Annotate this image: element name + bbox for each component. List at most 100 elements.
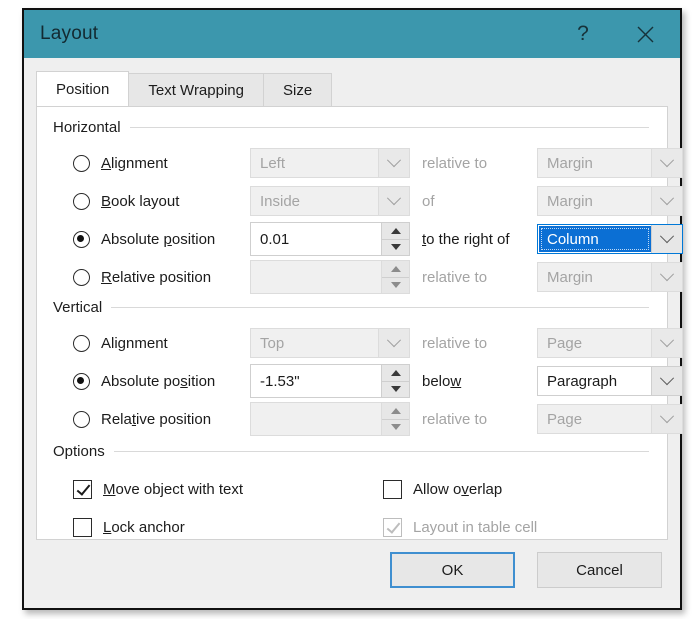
dialog-footer: OK Cancel bbox=[24, 540, 680, 608]
vertical-relative-position-row: Relative position relative to Page bbox=[37, 400, 683, 438]
spinner-up-icon[interactable] bbox=[382, 403, 409, 420]
cancel-button[interactable]: Cancel bbox=[537, 552, 662, 588]
horizontal-group-header: Horizontal bbox=[37, 119, 667, 136]
horizontal-book-layout-relative-combo[interactable]: Margin bbox=[537, 186, 683, 216]
options-row-1: Move object with text Allow overlap bbox=[37, 470, 667, 508]
close-icon[interactable] bbox=[622, 10, 668, 58]
horizontal-absolute-position-mid-label: to the right of bbox=[422, 230, 510, 248]
question-mark-icon[interactable]: ? bbox=[560, 10, 606, 58]
checkbox-indicator bbox=[73, 517, 92, 537]
chevron-down-icon[interactable] bbox=[651, 263, 682, 291]
spinner-down-icon[interactable] bbox=[382, 239, 409, 255]
horizontal-book-layout-radio[interactable]: Book layout bbox=[73, 192, 179, 210]
spinner-up-icon[interactable] bbox=[382, 261, 409, 278]
chevron-down-icon[interactable] bbox=[651, 149, 682, 177]
horizontal-alignment-radio[interactable]: Alignment bbox=[73, 154, 168, 172]
lock-anchor-label: Lock anchor bbox=[103, 518, 185, 536]
allow-overlap-checkbox[interactable]: Allow overlap bbox=[383, 479, 502, 499]
checkbox-indicator bbox=[383, 479, 402, 499]
vertical-group-label: Vertical bbox=[53, 299, 103, 316]
vertical-relative-position-relative-combo[interactable]: Page bbox=[537, 404, 683, 434]
spinner-buttons bbox=[381, 223, 409, 255]
horizontal-alignment-mid-label: relative to bbox=[422, 154, 488, 172]
ok-button[interactable]: OK bbox=[390, 552, 515, 588]
chevron-down-icon[interactable] bbox=[378, 149, 409, 177]
horizontal-absolute-position-label: Absolute position bbox=[101, 230, 216, 248]
spinner-buttons bbox=[381, 403, 409, 435]
radio-indicator bbox=[73, 410, 90, 428]
radio-indicator bbox=[73, 334, 90, 352]
horizontal-alignment-label: Alignment bbox=[101, 154, 168, 172]
vertical-absolute-position-row: Absolute position -1.53" below Paragraph bbox=[37, 362, 683, 400]
horizontal-relative-position-relative-value: Margin bbox=[547, 268, 593, 286]
tab-strip: Position Text Wrapping Size bbox=[36, 71, 680, 106]
horizontal-relative-position-spinner[interactable] bbox=[250, 260, 410, 294]
vertical-absolute-position-relative-combo[interactable]: Paragraph bbox=[537, 366, 683, 396]
layout-in-table-cell-checkbox: Layout in table cell bbox=[383, 517, 538, 537]
horizontal-book-layout-combo[interactable]: Inside bbox=[250, 186, 410, 216]
move-object-with-text-checkbox[interactable]: Move object with text bbox=[73, 479, 243, 499]
chevron-down-icon[interactable] bbox=[651, 367, 682, 395]
vertical-absolute-position-value[interactable]: -1.53" bbox=[251, 365, 381, 397]
horizontal-book-layout-row: Book layout Inside of Margin bbox=[37, 182, 683, 220]
horizontal-absolute-position-value[interactable]: 0.01 bbox=[251, 223, 381, 255]
spinner-up-icon[interactable] bbox=[382, 365, 409, 382]
vertical-absolute-position-spinner[interactable]: -1.53" bbox=[250, 364, 410, 398]
options-group-rule bbox=[113, 451, 649, 452]
vertical-absolute-position-mid-label: below bbox=[422, 372, 462, 390]
chevron-down-icon[interactable] bbox=[378, 329, 409, 357]
horizontal-group-label: Horizontal bbox=[53, 119, 121, 136]
vertical-group-header: Vertical bbox=[37, 299, 667, 316]
horizontal-relative-position-radio[interactable]: Relative position bbox=[73, 268, 211, 286]
spinner-buttons bbox=[381, 365, 409, 397]
radio-indicator bbox=[73, 268, 90, 286]
chevron-down-icon[interactable] bbox=[651, 187, 682, 215]
vertical-absolute-position-radio[interactable]: Absolute position bbox=[73, 372, 215, 390]
lock-anchor-checkbox[interactable]: Lock anchor bbox=[73, 517, 185, 537]
tab-position[interactable]: Position bbox=[36, 71, 130, 106]
chevron-down-icon[interactable] bbox=[651, 225, 682, 253]
options-group-header: Options bbox=[37, 443, 667, 460]
horizontal-absolute-position-row: Absolute position 0.01 to the right of C… bbox=[37, 220, 683, 258]
horizontal-absolute-position-radio[interactable]: Absolute position bbox=[73, 230, 216, 248]
spinner-up-icon[interactable] bbox=[382, 223, 409, 240]
tab-position-label: Position bbox=[56, 80, 110, 98]
horizontal-alignment-combo[interactable]: Left bbox=[250, 148, 410, 178]
vertical-alignment-mid-label: relative to bbox=[422, 334, 488, 352]
ok-button-label: OK bbox=[441, 561, 464, 579]
dialog-title: Layout bbox=[40, 23, 99, 44]
layout-in-table-cell-label: Layout in table cell bbox=[413, 518, 538, 536]
horizontal-relative-position-row: Relative position relative to Margin bbox=[37, 258, 683, 296]
radio-indicator bbox=[73, 372, 90, 390]
horizontal-absolute-position-relative-combo[interactable]: Column bbox=[537, 224, 683, 254]
tab-size[interactable]: Size bbox=[262, 73, 333, 106]
spinner-down-icon[interactable] bbox=[382, 381, 409, 397]
horizontal-group: Horizontal Alignment Left relative to Ma… bbox=[37, 119, 683, 296]
chevron-down-icon[interactable] bbox=[651, 329, 682, 357]
radio-indicator bbox=[73, 154, 90, 172]
vertical-alignment-combo[interactable]: Top bbox=[250, 328, 410, 358]
vertical-alignment-relative-combo[interactable]: Page bbox=[537, 328, 683, 358]
horizontal-relative-position-relative-combo[interactable]: Margin bbox=[537, 262, 683, 292]
position-tab-panel: Horizontal Alignment Left relative to Ma… bbox=[36, 106, 683, 540]
vertical-relative-position-label: Relative position bbox=[101, 410, 212, 428]
tab-text-wrapping-label: Text Wrapping bbox=[148, 81, 244, 99]
chevron-down-icon[interactable] bbox=[378, 187, 409, 215]
vertical-relative-position-radio[interactable]: Relative position bbox=[73, 410, 212, 428]
horizontal-relative-position-value[interactable] bbox=[251, 261, 381, 293]
horizontal-absolute-position-spinner[interactable]: 0.01 bbox=[250, 222, 410, 256]
vertical-alignment-value: Top bbox=[260, 334, 285, 352]
horizontal-alignment-relative-combo[interactable]: Margin bbox=[537, 148, 683, 178]
tab-text-wrapping[interactable]: Text Wrapping bbox=[128, 73, 264, 106]
chevron-down-icon[interactable] bbox=[651, 405, 682, 433]
spinner-buttons bbox=[381, 261, 409, 293]
vertical-relative-position-spinner[interactable] bbox=[250, 402, 410, 436]
spinner-down-icon[interactable] bbox=[382, 277, 409, 293]
vertical-alignment-label: Alignment bbox=[101, 334, 168, 352]
radio-indicator bbox=[73, 230, 90, 248]
spinner-down-icon[interactable] bbox=[382, 419, 409, 435]
horizontal-alignment-value: Left bbox=[260, 154, 286, 172]
vertical-alignment-radio[interactable]: Alignment bbox=[73, 334, 168, 352]
vertical-relative-position-value[interactable] bbox=[251, 403, 381, 435]
cancel-button-label: Cancel bbox=[576, 561, 623, 579]
